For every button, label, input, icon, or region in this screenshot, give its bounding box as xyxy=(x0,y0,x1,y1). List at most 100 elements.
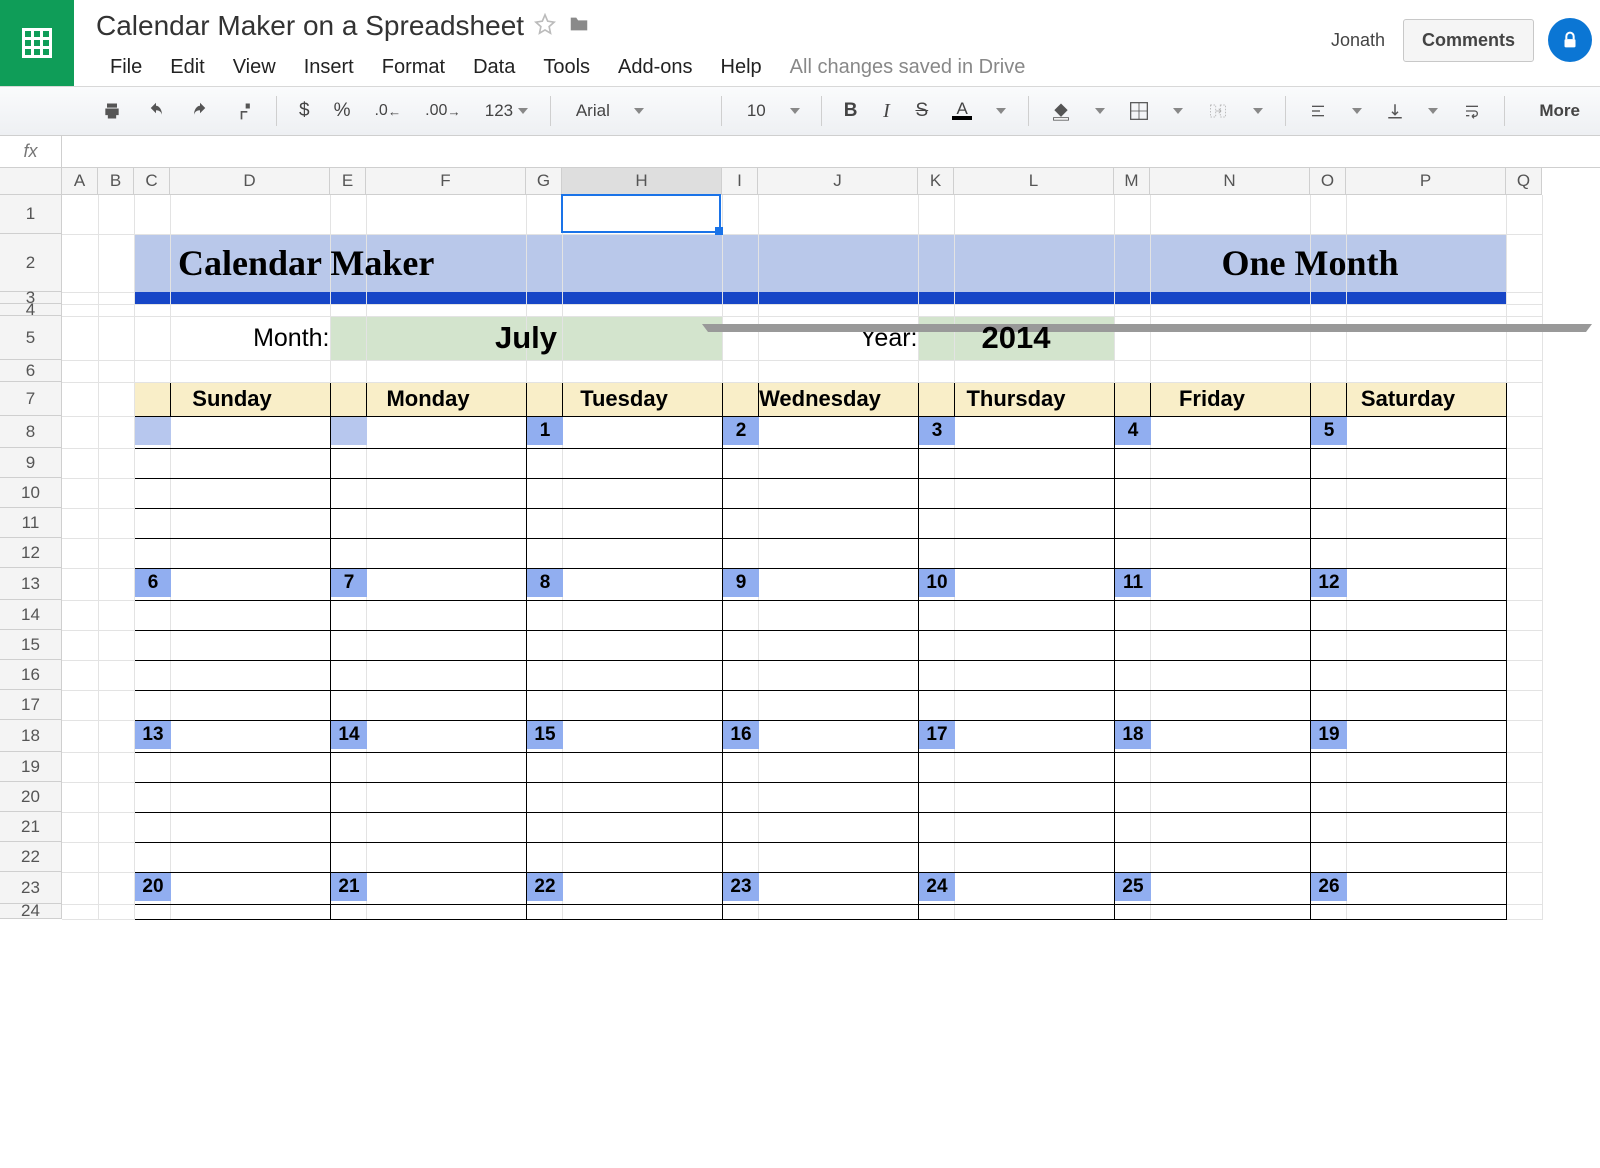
cell-P4[interactable] xyxy=(1346,304,1506,316)
cell-H1[interactable] xyxy=(562,195,722,234)
cell-L16[interactable] xyxy=(954,660,1114,690)
cell-L21[interactable] xyxy=(954,812,1114,842)
cell-P10[interactable] xyxy=(1346,478,1506,508)
cell-Q11[interactable] xyxy=(1506,508,1542,538)
cells-area[interactable]: Month:Year:Calendar MakerOne MonthJuly20… xyxy=(62,195,1600,1168)
cell-Q24[interactable] xyxy=(1506,904,1542,919)
cell-J12[interactable] xyxy=(758,538,918,568)
cell-E19[interactable] xyxy=(330,752,366,782)
cell-I3[interactable] xyxy=(722,292,758,304)
cell-Q7[interactable] xyxy=(1506,382,1542,416)
cell-J22[interactable] xyxy=(758,842,918,872)
font-dropdown[interactable]: Arial xyxy=(561,95,711,127)
cell-B5[interactable] xyxy=(98,316,134,360)
cell-Q17[interactable] xyxy=(1506,690,1542,720)
cell-M17[interactable] xyxy=(1114,690,1150,720)
cell-B19[interactable] xyxy=(98,752,134,782)
cell-H10[interactable] xyxy=(562,478,722,508)
cell-J15[interactable] xyxy=(758,630,918,660)
menu-edit[interactable]: Edit xyxy=(156,50,218,85)
cell-O6[interactable] xyxy=(1310,360,1346,382)
borders-caret[interactable] xyxy=(1165,95,1191,127)
cell-B13[interactable] xyxy=(98,568,134,600)
cell-A7[interactable] xyxy=(62,382,98,416)
cell-F10[interactable] xyxy=(366,478,526,508)
cell-Q23[interactable] xyxy=(1506,872,1542,904)
cell-F13[interactable] xyxy=(366,568,526,600)
cell-D21[interactable] xyxy=(170,812,330,842)
cell-Q22[interactable] xyxy=(1506,842,1542,872)
cell-L22[interactable] xyxy=(954,842,1114,872)
cell-M22[interactable] xyxy=(1114,842,1150,872)
cell-P9[interactable] xyxy=(1346,448,1506,478)
cell-E6[interactable] xyxy=(330,360,366,382)
cell-N9[interactable] xyxy=(1150,448,1310,478)
document-title[interactable]: Calendar Maker on a Spreadsheet xyxy=(96,8,524,44)
column-header-K[interactable]: K xyxy=(918,168,954,195)
cell-J11[interactable] xyxy=(758,508,918,538)
row-header-22[interactable]: 22 xyxy=(0,842,62,872)
cell-I19[interactable] xyxy=(722,752,758,782)
cell-A19[interactable] xyxy=(62,752,98,782)
cell-P16[interactable] xyxy=(1346,660,1506,690)
cell-N15[interactable] xyxy=(1150,630,1310,660)
cell-D6[interactable] xyxy=(170,360,330,382)
cell-F22[interactable] xyxy=(366,842,526,872)
cell-G24[interactable] xyxy=(526,904,562,919)
cell-O12[interactable] xyxy=(1310,538,1346,568)
cell-M4[interactable] xyxy=(1114,304,1150,316)
cell-H13[interactable] xyxy=(562,568,722,600)
cell-H6[interactable] xyxy=(562,360,722,382)
fill-color-caret[interactable] xyxy=(1087,95,1113,127)
cell-D20[interactable] xyxy=(170,782,330,812)
cell-I15[interactable] xyxy=(722,630,758,660)
cell-H12[interactable] xyxy=(562,538,722,568)
cell-L23[interactable] xyxy=(954,872,1114,904)
cell-N12[interactable] xyxy=(1150,538,1310,568)
column-header-I[interactable]: I xyxy=(722,168,758,195)
cell-B16[interactable] xyxy=(98,660,134,690)
cell-Q12[interactable] xyxy=(1506,538,1542,568)
cell-G16[interactable] xyxy=(526,660,562,690)
cell-I12[interactable] xyxy=(722,538,758,568)
row-header-4[interactable]: 4 xyxy=(0,304,62,316)
cell-N24[interactable] xyxy=(1150,904,1310,919)
cell-A23[interactable] xyxy=(62,872,98,904)
cell-P12[interactable] xyxy=(1346,538,1506,568)
cell-O10[interactable] xyxy=(1310,478,1346,508)
cell-N6[interactable] xyxy=(1150,360,1310,382)
cell-A24[interactable] xyxy=(62,904,98,919)
column-header-E[interactable]: E xyxy=(330,168,366,195)
cell-G6[interactable] xyxy=(526,360,562,382)
row-header-16[interactable]: 16 xyxy=(0,660,62,690)
cell-H9[interactable] xyxy=(562,448,722,478)
cell-O21[interactable] xyxy=(1310,812,1346,842)
cell-J8[interactable] xyxy=(758,416,918,448)
percent-button[interactable]: % xyxy=(326,95,359,127)
menu-view[interactable]: View xyxy=(219,50,290,85)
cell-Q8[interactable] xyxy=(1506,416,1542,448)
cell-F18[interactable] xyxy=(366,720,526,752)
cell-B8[interactable] xyxy=(98,416,134,448)
cell-M19[interactable] xyxy=(1114,752,1150,782)
fill-color-button[interactable] xyxy=(1043,95,1079,127)
menu-file[interactable]: File xyxy=(96,50,156,85)
cell-D8[interactable] xyxy=(170,416,330,448)
cell-E20[interactable] xyxy=(330,782,366,812)
comments-button[interactable]: Comments xyxy=(1403,19,1534,62)
cell-L11[interactable] xyxy=(954,508,1114,538)
cell-C21[interactable] xyxy=(134,812,170,842)
cell-A12[interactable] xyxy=(62,538,98,568)
cell-M15[interactable] xyxy=(1114,630,1150,660)
cell-K14[interactable] xyxy=(918,600,954,630)
cell-D10[interactable] xyxy=(170,478,330,508)
cell-P11[interactable] xyxy=(1346,508,1506,538)
cell-N11[interactable] xyxy=(1150,508,1310,538)
cell-P21[interactable] xyxy=(1346,812,1506,842)
decrease-decimal-button[interactable]: .0← xyxy=(366,95,409,127)
cell-J13[interactable] xyxy=(758,568,918,600)
strikethrough-button[interactable]: S xyxy=(908,95,937,127)
redo-button[interactable] xyxy=(182,95,218,127)
cell-I20[interactable] xyxy=(722,782,758,812)
row-header-20[interactable]: 20 xyxy=(0,782,62,812)
